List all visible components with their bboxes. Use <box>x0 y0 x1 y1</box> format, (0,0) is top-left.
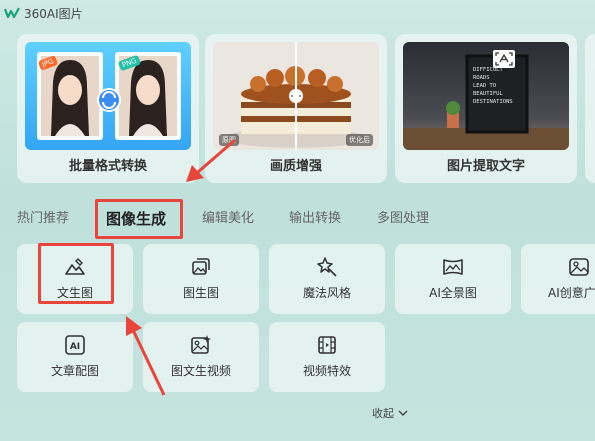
tool-label: 文章配图 <box>50 364 99 378</box>
collapse-label: 收起 <box>372 407 394 420</box>
tab-multi-image[interactable]: 多图处理 <box>377 199 429 239</box>
tool-label: 魔法风格 <box>302 286 351 300</box>
tool-label: 视频特效 <box>302 364 351 378</box>
tool-text-to-image[interactable]: 文生图 <box>17 244 133 314</box>
category-tabs: 热门推荐 图像生成 编辑美化 输出转换 多图处理 <box>0 199 595 239</box>
app-header: 360AI图片 <box>0 0 595 26</box>
feature-card-batch-convert[interactable]: JPG PNG 批量格式转换 <box>17 34 199 183</box>
app-logo-icon <box>4 7 20 19</box>
feature-label: 批量格式转换 <box>68 159 147 174</box>
tool-ai-creative[interactable]: AI创意广 <box>521 244 595 314</box>
optimized-badge: 优化后 <box>346 134 373 146</box>
tool-image-text-to-video[interactable]: 图文生视频 <box>143 322 259 392</box>
feature-label: 图片提取文字 <box>446 159 525 174</box>
feature-card-enhance[interactable]: 原图 优化后 画质增强 <box>205 34 387 183</box>
tab-edit-beautify[interactable]: 编辑美化 <box>202 199 254 239</box>
original-badge: 原图 <box>219 134 239 146</box>
batch-convert-thumbnail: JPG PNG <box>25 42 191 150</box>
tool-magic-style[interactable]: 魔法风格 <box>269 244 385 314</box>
chevron-down-icon <box>398 410 408 416</box>
feature-card-ocr[interactable]: DIFFICULT ROADS LEAD TO BEAUTIFUL DESTIN… <box>395 34 577 183</box>
app-title: 360AI图片 <box>24 6 83 21</box>
feature-card-partial[interactable] <box>585 34 595 183</box>
svg-text:AI: AI <box>70 342 80 352</box>
tool-label: 图生图 <box>182 286 219 300</box>
tool-ai-panorama[interactable]: AI全景图 <box>395 244 511 314</box>
image-icon <box>569 258 589 276</box>
magic-star-icon <box>317 257 337 277</box>
enhance-thumbnail: 原图 优化后 <box>213 42 379 150</box>
collapse-toggle[interactable]: 收起 <box>372 405 408 421</box>
image-stack-icon <box>192 258 210 275</box>
tab-hot[interactable]: 热门推荐 <box>17 199 69 239</box>
ocr-thumbnail: DIFFICULT ROADS LEAD TO BEAUTIFUL DESTIN… <box>403 42 569 150</box>
image-sparkle-icon <box>191 335 211 354</box>
scan-text-icon <box>493 50 515 68</box>
ai-badge-icon: AI <box>65 335 85 355</box>
tool-label: 文生图 <box>56 286 93 300</box>
tab-output-convert[interactable]: 输出转换 <box>289 199 341 239</box>
mountain-pen-icon <box>65 258 85 275</box>
tool-label: AI创意广 <box>548 286 595 300</box>
tool-video-effects[interactable]: 视频特效 <box>269 322 385 392</box>
tab-image-generation[interactable]: 图像生成 <box>106 199 166 239</box>
tool-label: AI全景图 <box>429 286 477 300</box>
chalkboard-text: DIFFICULT ROADS LEAD TO BEAUTIFUL DESTIN… <box>473 67 513 105</box>
tool-label: 图文生视频 <box>170 364 231 378</box>
tool-article-illustration[interactable]: AI 文章配图 <box>17 322 133 392</box>
feature-label: 画质增强 <box>269 159 322 174</box>
panorama-icon <box>443 259 463 275</box>
tool-image-to-image[interactable]: 图生图 <box>143 244 259 314</box>
film-icon <box>318 336 336 354</box>
